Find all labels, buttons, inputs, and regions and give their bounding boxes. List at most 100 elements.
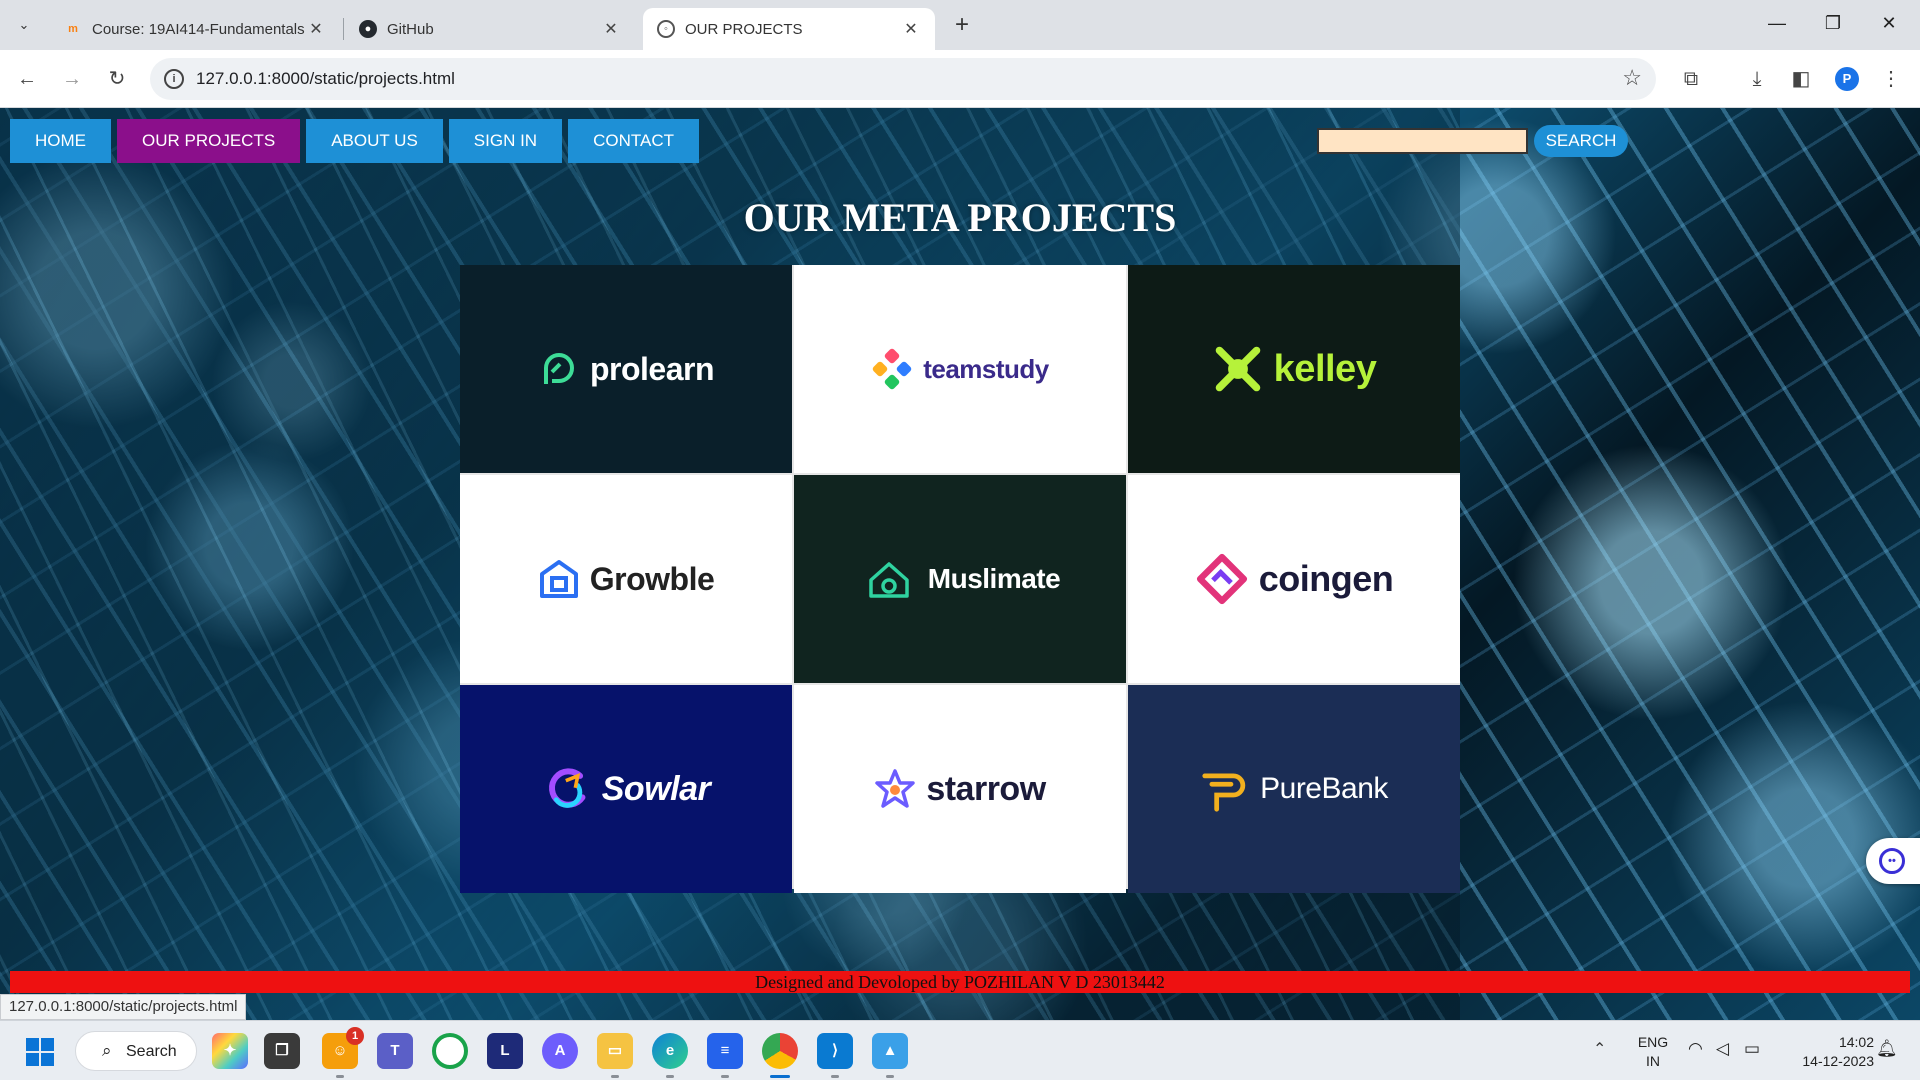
github-icon: ● — [359, 20, 377, 38]
assistant-bot-button[interactable]: •• — [1866, 838, 1920, 884]
window-close-icon[interactable]: ✕ — [1866, 8, 1912, 38]
teamstudy-logo-icon — [872, 348, 912, 390]
growble-logo-icon — [539, 560, 578, 598]
notification-bell-icon[interactable]: 🔔︎ — [1876, 1039, 1898, 1059]
project-card-muslimate[interactable]: Muslimate — [794, 475, 1126, 683]
task-view-icon[interactable]: ❒ — [264, 1033, 300, 1069]
clock-time: 14:02 — [1838, 1034, 1874, 1050]
project-name: kelley — [1273, 347, 1377, 390]
tab-our-projects[interactable]: ◦ OUR PROJECTS ✕ — [643, 8, 935, 50]
chrome-icon[interactable] — [762, 1033, 798, 1078]
sync-app-icon[interactable] — [432, 1033, 468, 1069]
project-logo: coingen — [1195, 552, 1394, 606]
vscode-icon[interactable]: ⟩ — [817, 1033, 853, 1078]
volume-icon[interactable]: ◁ — [1716, 1039, 1729, 1059]
site-info-icon[interactable]: i — [164, 69, 184, 89]
project-logo: Sowlar — [542, 764, 711, 814]
file-explorer-icon[interactable]: ▭ — [597, 1033, 633, 1078]
tab-separator — [343, 18, 344, 40]
project-name: starrow — [926, 769, 1046, 808]
notepad-icon[interactable]: ≡ — [707, 1033, 743, 1078]
project-logo: kelley — [1212, 343, 1377, 395]
new-tab-plus-icon[interactable]: + — [948, 12, 976, 40]
project-name: prolearn — [589, 350, 715, 387]
project-name: coingen — [1258, 558, 1394, 599]
nav-sign-in[interactable]: SIGN IN — [448, 119, 563, 163]
project-logo: starrow — [874, 768, 1046, 810]
taskbar: ⌕ Search ✦ ❒ ☺ 1 T L A ▭ e ≡ ⟩ ▲ ⌃ ENG I… — [0, 1020, 1920, 1080]
photos-icon[interactable]: ▲ — [872, 1033, 908, 1078]
project-name: Sowlar — [601, 769, 711, 808]
edge-icon[interactable]: e — [652, 1033, 688, 1078]
language-code: ENG — [1637, 1034, 1669, 1050]
copilot-preview-icon[interactable]: ✦ — [212, 1033, 248, 1069]
region-code: IN — [1646, 1053, 1660, 1069]
l-app-icon[interactable]: L — [487, 1033, 523, 1069]
tab-search-chevron-icon[interactable]: ⌄ — [10, 11, 38, 39]
restore-icon[interactable]: ❐ — [1810, 8, 1856, 38]
purebank-logo-icon — [1202, 773, 1246, 812]
close-icon[interactable]: ✕ — [601, 19, 621, 39]
show-hidden-icons-chevron[interactable]: ⌃ — [1593, 1039, 1606, 1059]
nav-about-us[interactable]: ABOUT US — [306, 119, 443, 163]
project-card-teamstudy[interactable]: teamstudy — [794, 265, 1126, 473]
project-name: teamstudy — [923, 353, 1049, 384]
bookmark-star-icon[interactable]: ☆ — [1622, 65, 1642, 91]
nav-our-projects[interactable]: OUR PROJECTS — [117, 119, 301, 163]
clock-date: 14-12-2023 — [1802, 1053, 1874, 1069]
address-bar[interactable]: i 127.0.0.1:8000/static/projects.html ☆ — [150, 58, 1656, 100]
taskbar-search-label: Search — [126, 1043, 177, 1060]
minimize-icon[interactable]: — — [1754, 8, 1800, 38]
footer-credit: Designed and Devoloped by POZHILAN V D 2… — [10, 971, 1910, 993]
profile-avatar[interactable]: P — [1835, 67, 1859, 91]
tab-title: OUR PROJECTS — [685, 20, 803, 38]
tab-course[interactable]: m Course: 19AI414-Fundamentals ✕ — [50, 8, 340, 50]
project-logo: prolearn — [538, 348, 715, 390]
extensions-puzzle-icon[interactable]: ⧉ — [1676, 64, 1706, 94]
clock[interactable]: 14:02 14-12-2023 — [1784, 1033, 1874, 1071]
nav-contact[interactable]: CONTACT — [568, 119, 699, 163]
page-title: OUR META PROJECTS — [743, 195, 1177, 240]
close-icon[interactable]: ✕ — [306, 19, 326, 39]
download-icon[interactable]: ⤓ — [1742, 64, 1772, 94]
tab-strip: ⌄ m Course: 19AI414-Fundamentals ✕ ● Git… — [0, 0, 1920, 50]
starrow-logo-icon — [875, 769, 916, 808]
back-arrow-icon[interactable]: ← — [12, 64, 42, 94]
side-panel-icon[interactable]: ◧ — [1786, 64, 1816, 94]
prolearn-logo-icon — [543, 353, 574, 384]
forward-arrow-icon[interactable]: → — [57, 64, 87, 94]
menu-kebab-icon[interactable]: ⋮ — [1876, 64, 1906, 94]
main-nav: HOME OUR PROJECTS ABOUT US SIGN IN CONTA… — [10, 119, 705, 163]
status-bar-url: 127.0.0.1:8000/static/projects.html — [0, 994, 247, 1020]
nav-home[interactable]: HOME — [10, 119, 111, 163]
teams-icon[interactable]: T — [377, 1033, 413, 1069]
tab-title: GitHub — [387, 20, 434, 38]
project-card-purebank[interactable]: PureBank — [1128, 685, 1460, 893]
reload-icon[interactable]: ↻ — [102, 64, 132, 94]
chat-app-icon[interactable]: ☺ 1 — [322, 1027, 364, 1078]
project-card-sowlar[interactable]: Sowlar — [460, 685, 792, 893]
project-card-coingen[interactable]: coingen — [1128, 475, 1460, 683]
taskbar-search[interactable]: ⌕ Search — [75, 1031, 197, 1071]
language-indicator[interactable]: ENG IN — [1636, 1033, 1670, 1071]
tab-title: Course: 19AI414-Fundamentals — [92, 20, 305, 38]
autodesk-app-icon[interactable]: A — [542, 1033, 578, 1069]
close-icon[interactable]: ✕ — [901, 19, 921, 39]
project-logo: Growble — [538, 558, 715, 600]
tab-github[interactable]: ● GitHub ✕ — [345, 8, 635, 50]
project-card-kelley[interactable]: kelley — [1128, 265, 1460, 473]
battery-icon[interactable]: ▭ — [1744, 1039, 1760, 1059]
search-icon: ⌕ — [102, 1041, 112, 1060]
kelley-logo-icon — [1215, 346, 1260, 392]
project-card-prolearn[interactable]: prolearn — [460, 265, 792, 473]
project-card-starrow[interactable]: starrow — [794, 685, 1126, 893]
project-logo: teamstudy — [871, 348, 1049, 390]
project-card-growble[interactable]: Growble — [460, 475, 792, 683]
wifi-icon[interactable]: ◠ — [1688, 1039, 1703, 1059]
windows-start-icon[interactable] — [26, 1038, 54, 1066]
url-text[interactable]: 127.0.0.1:8000/static/projects.html — [196, 69, 455, 89]
sowlar-logo-icon — [548, 768, 586, 808]
search-input[interactable] — [1317, 128, 1528, 154]
search-button[interactable]: SEARCH — [1534, 125, 1628, 157]
coingen-logo-icon — [1196, 553, 1247, 605]
